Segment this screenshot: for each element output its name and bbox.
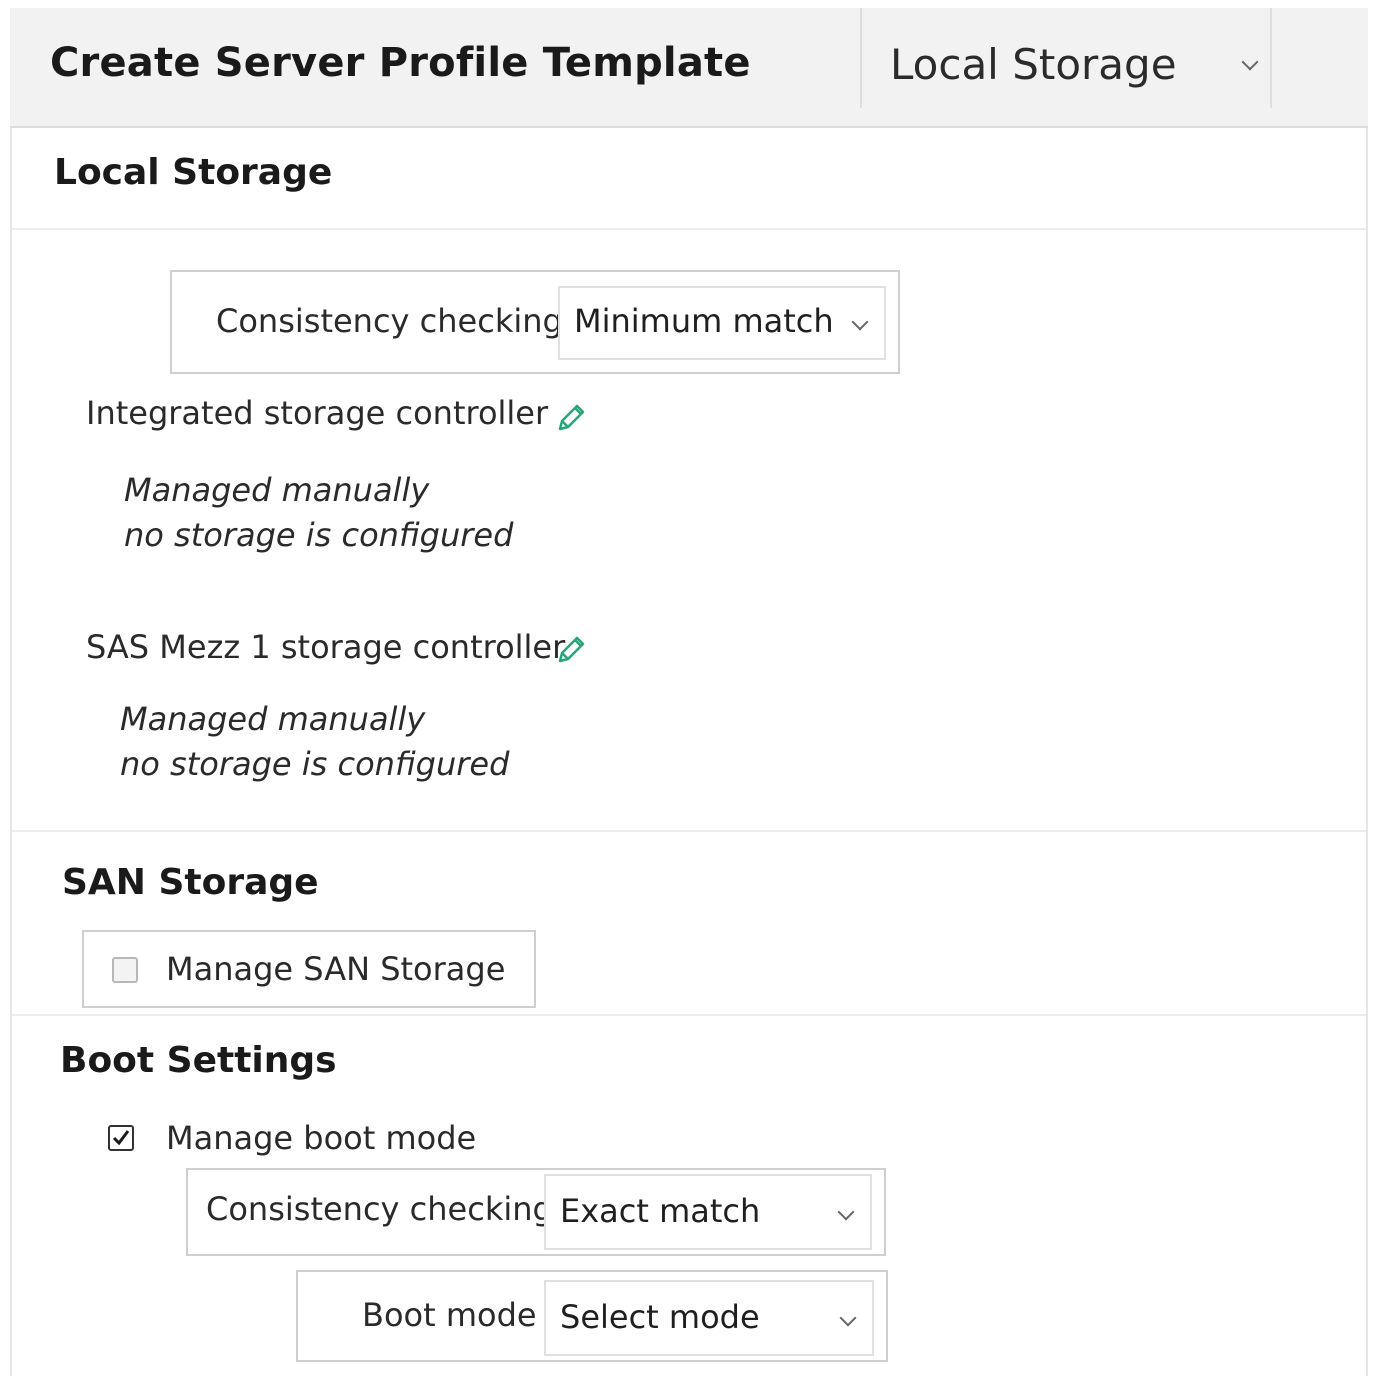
local-storage-title: Local Storage [54,152,333,193]
local-consistency-label: Consistency checking [216,302,563,340]
boot-mode-group: Boot mode Select mode [296,1270,888,1362]
section-selector-dropdown[interactable]: Local Storage [862,8,1270,118]
sas-mezz-controller-detail: no storage is configured [120,745,510,783]
boot-settings-title: Boot Settings [60,1040,337,1081]
manage-san-checkbox[interactable] [112,957,138,983]
san-storage-title: SAN Storage [62,862,319,903]
manage-san-group: Manage SAN Storage [82,930,536,1008]
divider [12,1014,1366,1016]
chevron-down-icon [837,1203,855,1221]
pencil-icon[interactable] [552,632,588,668]
boot-mode-label: Boot mode [362,1296,537,1334]
integrated-controller-label: Integrated storage controller [86,394,549,432]
divider [12,830,1366,832]
divider [12,228,1366,230]
checkmark-icon [112,1130,130,1146]
boot-consistency-group: Consistency checking Exact match [186,1168,886,1256]
boot-consistency-value: Exact match [560,1192,761,1230]
header-divider [1270,8,1272,108]
page-header: Create Server Profile Template Local Sto… [10,8,1368,128]
local-consistency-value: Minimum match [574,302,834,340]
boot-consistency-label: Consistency checking [206,1190,553,1228]
chevron-down-icon [1241,53,1259,71]
boot-mode-select[interactable]: Select mode [544,1280,874,1356]
section-selector-value: Local Storage [890,40,1177,89]
sas-mezz-controller-label: SAS Mezz 1 storage controller [86,628,566,666]
chevron-down-icon [839,1309,857,1327]
pencil-icon[interactable] [552,400,588,436]
boot-mode-value: Select mode [560,1298,760,1336]
integrated-controller-status: Managed manually [124,471,430,509]
manage-boot-checkbox[interactable] [108,1125,134,1151]
sas-mezz-controller-status: Managed manually [120,700,426,738]
boot-consistency-select[interactable]: Exact match [544,1174,872,1250]
manage-san-label: Manage SAN Storage [166,950,506,988]
chevron-down-icon [851,313,869,331]
local-consistency-select[interactable]: Minimum match [558,286,886,360]
local-consistency-group: Consistency checking Minimum match [170,270,900,374]
integrated-controller-detail: no storage is configured [124,516,514,554]
page-title: Create Server Profile Template [50,40,751,86]
manage-boot-label: Manage boot mode [166,1119,477,1157]
